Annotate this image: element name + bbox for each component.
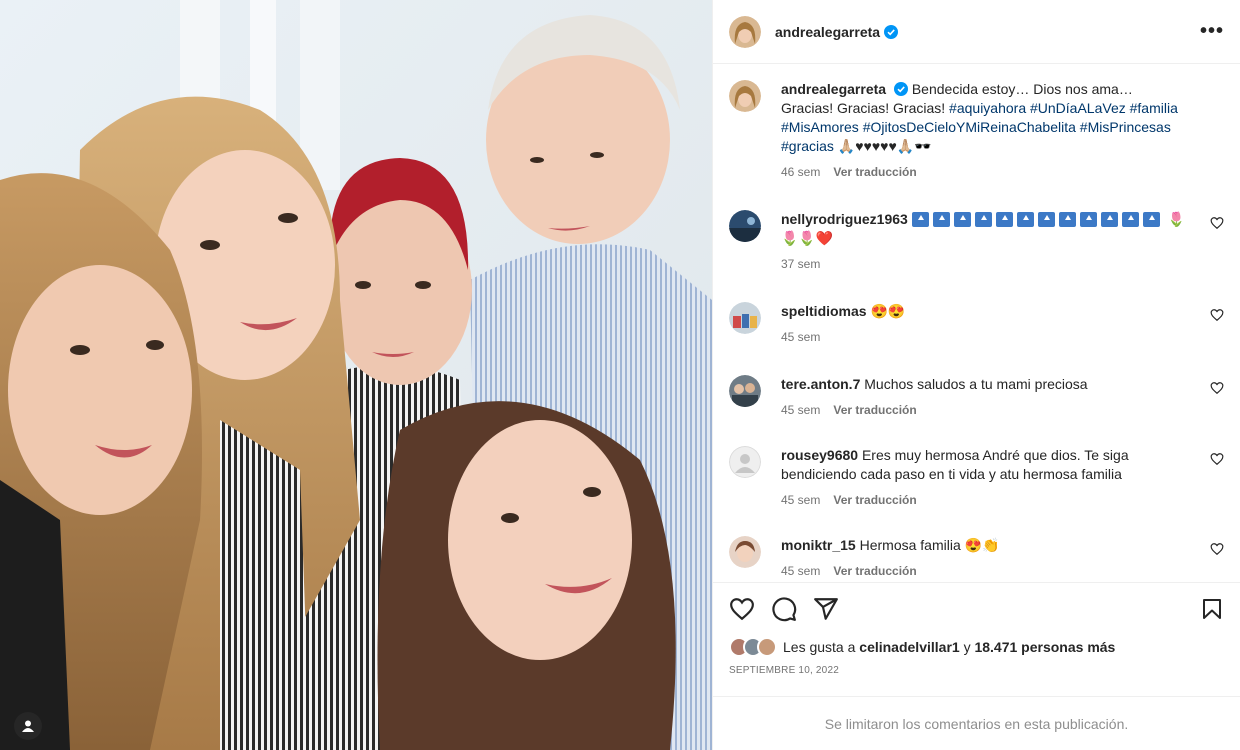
comment-item: nellyrodriguez1963 🌷🌷🌷❤️ 37 sem: [729, 210, 1224, 274]
like-comment-heart-icon[interactable]: [1210, 542, 1224, 556]
comment-username[interactable]: speltidiomas: [781, 303, 867, 319]
caption-username[interactable]: andrealegarreta: [781, 81, 886, 97]
comment-bubble-icon[interactable]: [771, 596, 797, 622]
post-side-panel: andrealegarreta ••• andrealegarreta Bend…: [712, 0, 1240, 750]
hashtag-link[interactable]: #MisPrincesas: [1080, 119, 1171, 135]
comment-age[interactable]: 45 sem: [781, 491, 820, 510]
tagged-users-button[interactable]: [14, 712, 42, 740]
comment-username[interactable]: nellyrodriguez1963: [781, 211, 908, 227]
verified-badge-icon: [884, 24, 899, 39]
verified-badge-icon: [893, 82, 908, 96]
like-comment-heart-icon[interactable]: [1210, 216, 1224, 230]
comment-item: rousey9680 Eres muy hermosa André que di…: [729, 446, 1224, 510]
see-translation-link[interactable]: Ver traducción: [833, 491, 916, 510]
comment-item: tere.anton.7 Muchos saludos a tu mami pr…: [729, 375, 1224, 420]
see-translation-link[interactable]: Ver traducción: [833, 562, 916, 581]
hashtag-link[interactable]: #MisAmores: [781, 119, 859, 135]
caption-age[interactable]: 46 sem: [781, 163, 820, 182]
like-comment-heart-icon[interactable]: [1210, 381, 1224, 395]
likes-count[interactable]: 18.471 personas más: [974, 639, 1115, 655]
hashtag-link[interactable]: #familia: [1130, 100, 1178, 116]
hashtag-link[interactable]: #gracias: [781, 138, 834, 154]
comments-limited-notice: Se limitaron los comentarios en esta pub…: [713, 696, 1240, 750]
liker-avatars: [729, 637, 777, 657]
top-badges: [911, 211, 1164, 227]
commenter-avatar[interactable]: [729, 210, 761, 242]
comments-list[interactable]: andrealegarreta Bendecida estoy… Dios no…: [713, 64, 1240, 582]
hashtag-link[interactable]: #OjitosDeCieloYMiReinaChabelita: [863, 119, 1076, 135]
author-username[interactable]: andrealegarreta: [775, 24, 880, 40]
comment-item: speltidiomas 😍😍 45 sem: [729, 302, 1224, 347]
caption: andrealegarreta Bendecida estoy… Dios no…: [729, 80, 1224, 182]
liker-username[interactable]: celinadelvillar1: [859, 639, 959, 655]
commenter-avatar[interactable]: [729, 375, 761, 407]
commenter-avatar[interactable]: [729, 536, 761, 568]
post-date[interactable]: SEPTIEMBRE 10, 2022: [729, 665, 1224, 676]
hashtag-link[interactable]: #UnDíaALaVez: [1030, 100, 1126, 116]
comment-age[interactable]: 45 sem: [781, 328, 820, 347]
see-translation-link[interactable]: Ver traducción: [833, 401, 916, 420]
caption-text: Gracias! Gracias! Gracias!: [781, 100, 946, 116]
comment-age[interactable]: 45 sem: [781, 401, 820, 420]
like-heart-icon[interactable]: [729, 596, 755, 622]
caption-text: Bendecida estoy… Dios nos ama…: [911, 81, 1133, 97]
share-send-icon[interactable]: [813, 596, 839, 622]
comment-username[interactable]: tere.anton.7: [781, 376, 860, 392]
author-avatar[interactable]: [729, 80, 761, 112]
comment-text: 😍😍: [870, 303, 906, 319]
like-comment-heart-icon[interactable]: [1210, 452, 1224, 466]
caption-emojis: 🙏🏼♥♥♥♥♥🙏🏼🕶️: [837, 138, 932, 154]
post-photo[interactable]: [0, 0, 712, 750]
hashtag-link[interactable]: #aquiyahora: [949, 100, 1026, 116]
see-translation-link[interactable]: Ver traducción: [833, 163, 916, 182]
comment-username[interactable]: rousey9680: [781, 447, 858, 463]
author-avatar[interactable]: [729, 15, 761, 48]
user-icon: [22, 720, 34, 732]
likes-joiner: y: [963, 639, 971, 655]
likes-summary[interactable]: Les gusta a celinadelvillar1 y 18.471 pe…: [729, 637, 1224, 657]
post-actions: Les gusta a celinadelvillar1 y 18.471 pe…: [713, 582, 1240, 676]
like-comment-heart-icon[interactable]: [1210, 308, 1224, 322]
post-header: andrealegarreta •••: [713, 0, 1240, 64]
more-options-button[interactable]: •••: [1200, 20, 1224, 43]
family-selfie-image: [0, 0, 712, 750]
comment-username[interactable]: moniktr_15: [781, 537, 856, 553]
commenter-avatar[interactable]: [729, 446, 761, 478]
save-bookmark-icon[interactable]: [1200, 596, 1224, 622]
comment-age[interactable]: 45 sem: [781, 562, 820, 581]
comment-age[interactable]: 37 sem: [781, 255, 820, 274]
likes-prefix: Les gusta a: [783, 639, 856, 655]
comment-item: moniktr_15 Hermosa familia 😍👏 45 sem Ver…: [729, 536, 1224, 581]
comment-text: Muchos saludos a tu mami preciosa: [864, 376, 1088, 392]
commenter-avatar[interactable]: [729, 302, 761, 334]
comment-text: Hermosa familia 😍👏: [859, 537, 1000, 553]
